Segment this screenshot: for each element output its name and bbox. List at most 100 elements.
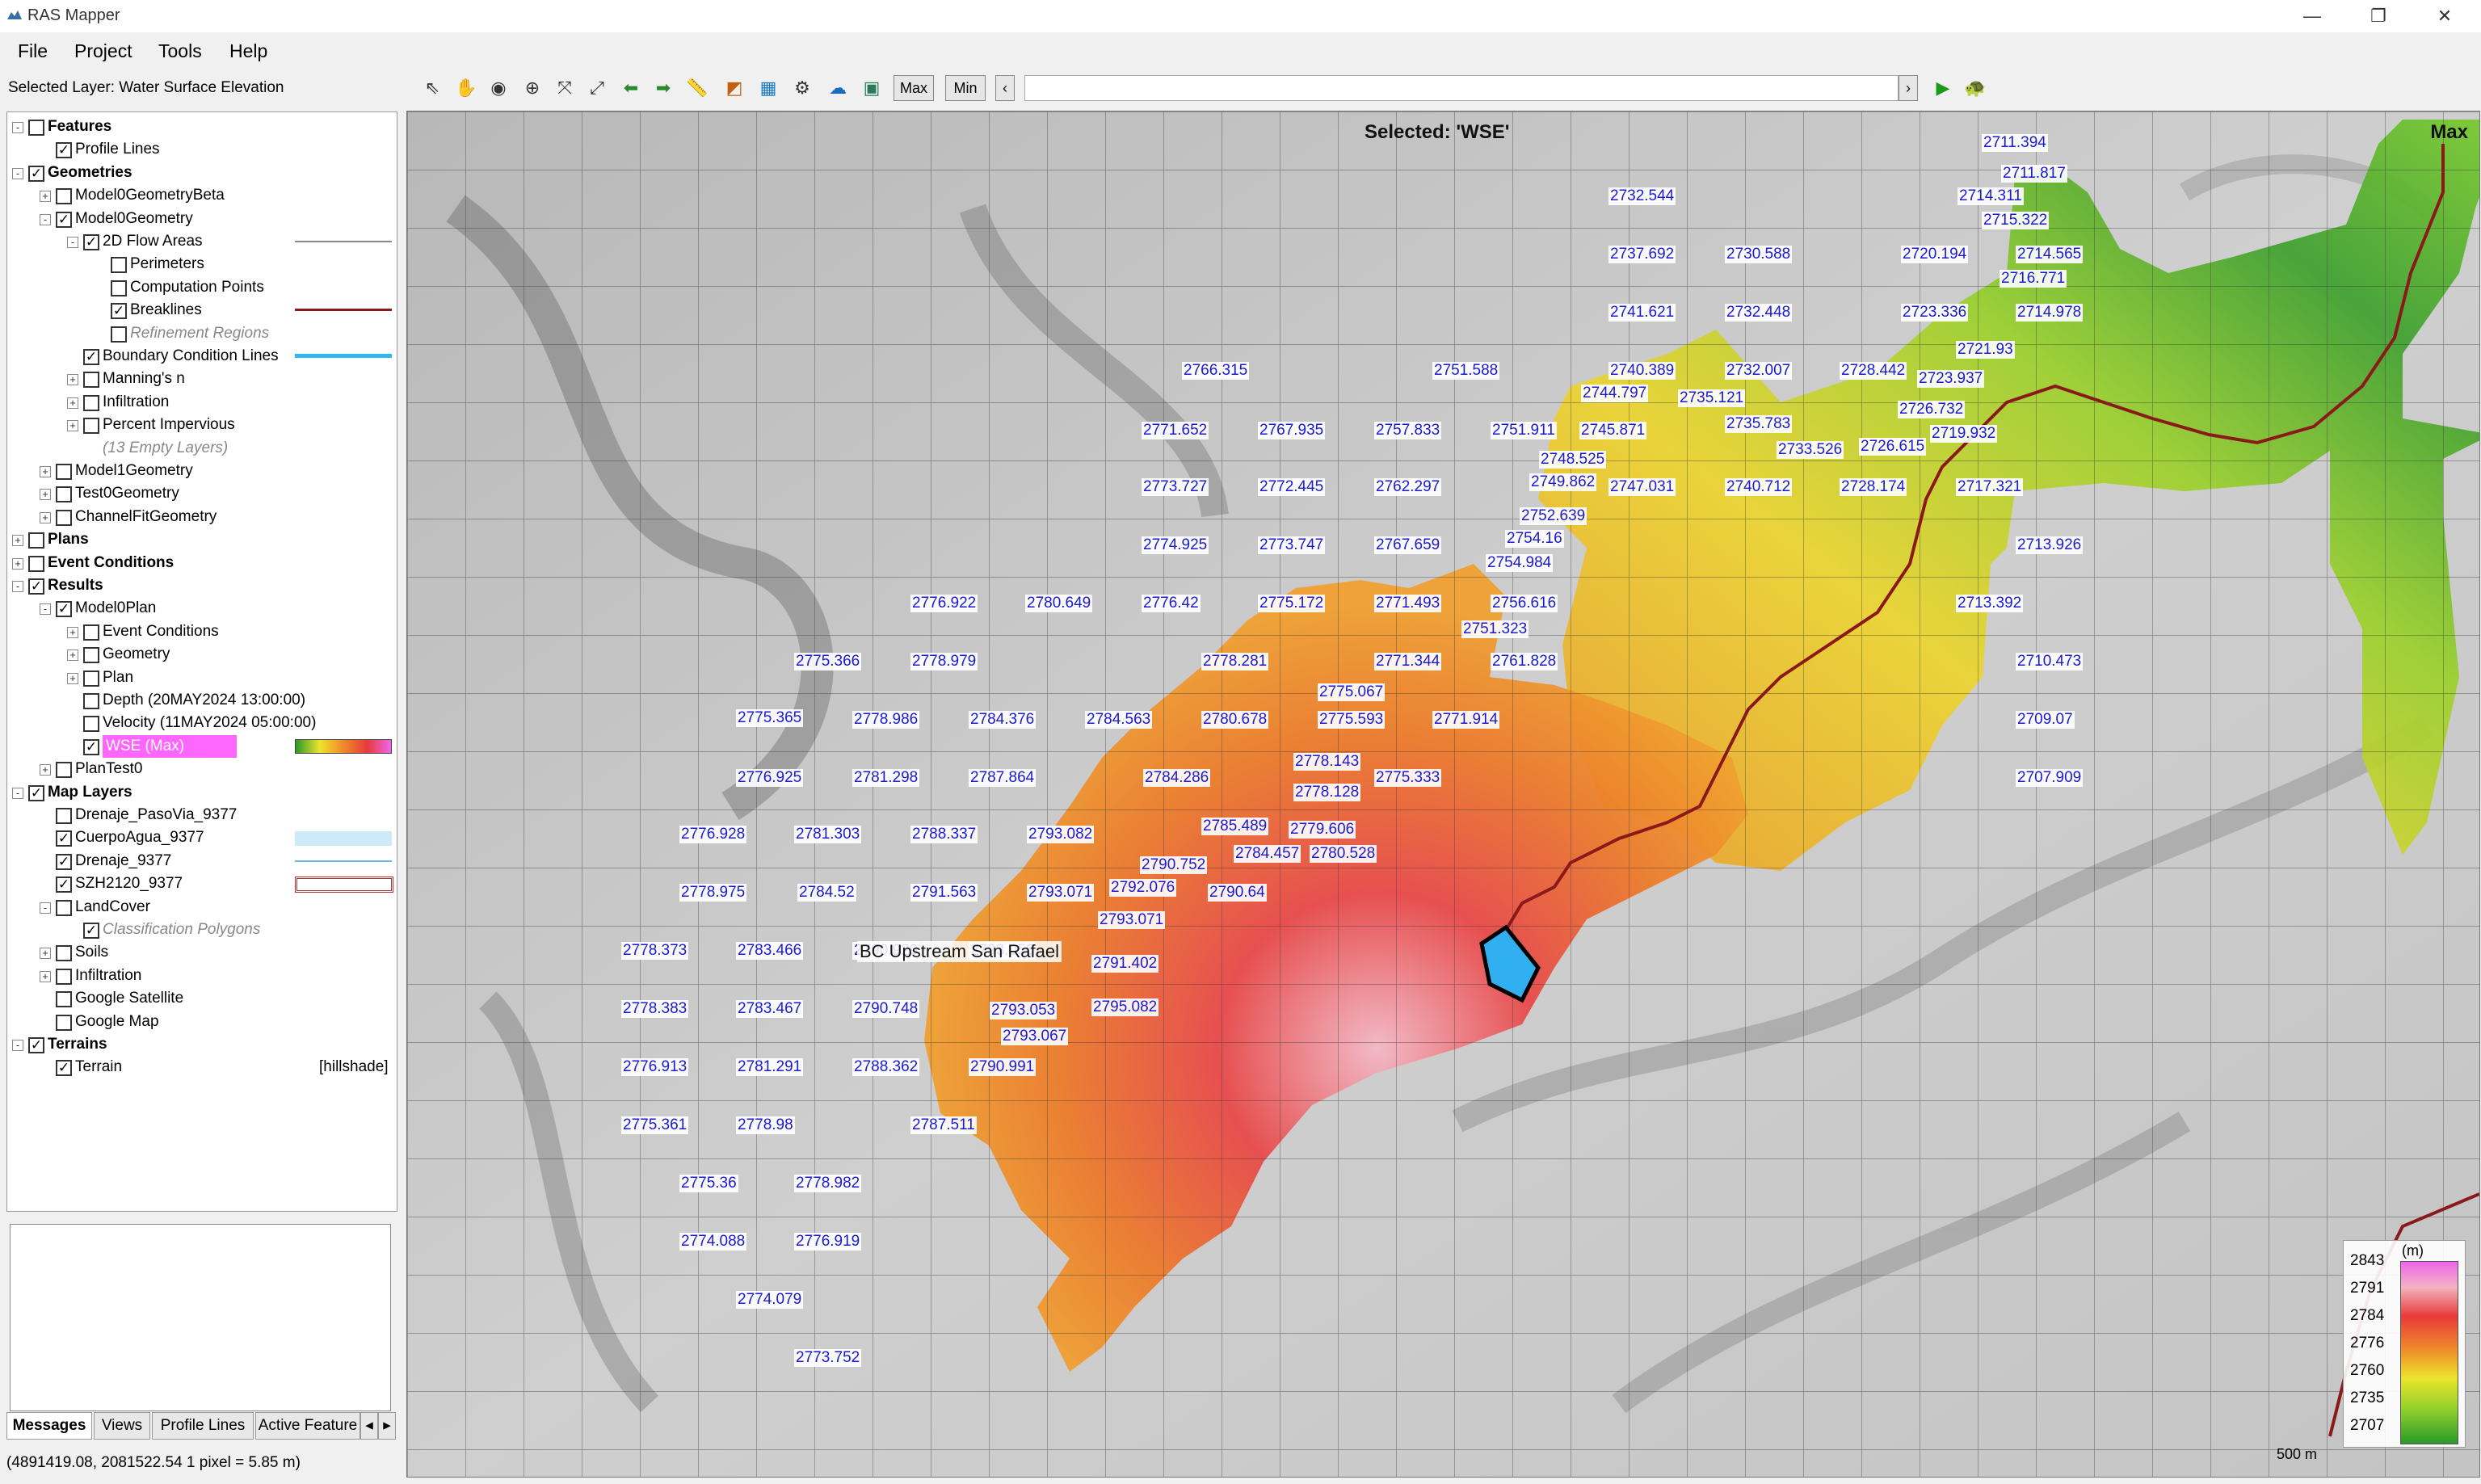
tree-row[interactable]: Velocity (11MAY2024 05:00:00) <box>7 712 395 734</box>
layer-checkbox[interactable]: ✓ <box>56 601 72 618</box>
layer-checkbox[interactable] <box>56 945 72 962</box>
tree-row[interactable]: + Test0Geometry <box>7 482 395 505</box>
tree-row[interactable]: + Plans <box>7 528 395 551</box>
collapse-icon[interactable]: - <box>12 581 23 592</box>
layer-checkbox[interactable] <box>56 991 72 1008</box>
map-view[interactable]: 2711.394 2711.817 2714.311 2715.322 2732.544… <box>406 111 2480 1478</box>
tree-row[interactable]: + Event Conditions <box>7 620 395 643</box>
map-canvas[interactable] <box>407 111 2479 1477</box>
layer-checkbox[interactable]: ✓ <box>56 211 72 228</box>
layer-checkbox[interactable]: ✓ <box>56 830 72 847</box>
expand-icon[interactable]: + <box>12 535 23 547</box>
export-icon[interactable]: ▣ <box>860 76 884 100</box>
layer-checkbox[interactable] <box>56 808 72 824</box>
menu-file[interactable]: File <box>18 40 48 62</box>
tree-row[interactable]: Google Satellite <box>7 987 395 1010</box>
tree-row[interactable]: ✓ Drenaje_9377 <box>7 850 395 872</box>
collapse-icon[interactable]: - <box>40 603 51 616</box>
layer-checkbox[interactable] <box>83 372 99 389</box>
tree-row[interactable]: ✓ Breaklines <box>7 299 395 322</box>
tree-row[interactable]: - Features <box>7 116 395 138</box>
tree-row[interactable]: + Manning's n <box>7 368 395 390</box>
layer-checkbox[interactable]: ✓ <box>56 853 72 870</box>
layer-checkbox[interactable]: ✓ <box>111 303 127 320</box>
expand-icon[interactable]: + <box>12 557 23 570</box>
map-layer-icon[interactable]: ▦ <box>756 76 780 100</box>
full-extent-icon[interactable]: ⤢ <box>585 76 609 100</box>
layer-checkbox[interactable] <box>28 532 44 549</box>
layer-checkbox[interactable] <box>56 968 72 985</box>
layer-checkbox[interactable]: ✓ <box>28 1037 44 1053</box>
measure-ruler-icon[interactable]: 📏 <box>685 76 709 100</box>
profile-plot-icon[interactable]: ◩ <box>722 76 746 100</box>
tree-row[interactable]: + Soils <box>7 941 395 964</box>
layer-checkbox[interactable] <box>111 257 127 274</box>
layer-checkbox[interactable] <box>111 326 127 343</box>
back-arrow-icon[interactable]: ⬅ <box>619 76 643 100</box>
expand-icon[interactable]: + <box>40 970 51 982</box>
layer-checkbox[interactable]: ✓ <box>28 784 44 801</box>
expand-icon[interactable]: + <box>40 466 51 477</box>
tree-row[interactable]: - ✓ Model0Geometry <box>7 208 395 230</box>
tree-row[interactable]: Google Map <box>7 1011 395 1033</box>
layer-checkbox[interactable]: ✓ <box>28 578 44 595</box>
tree-row[interactable]: - LandCover <box>7 896 395 919</box>
tree-row[interactable]: (13 Empty Layers) <box>7 437 395 460</box>
tree-row[interactable]: ✓ CuerpoAgua_9377 <box>7 826 395 849</box>
menu-project[interactable]: Project <box>74 40 132 62</box>
tab-messages[interactable]: Messages <box>6 1412 92 1440</box>
tree-row[interactable]: ✓ Boundary Condition Lines <box>7 345 395 368</box>
layer-checkbox[interactable] <box>56 486 72 503</box>
expand-icon[interactable]: + <box>67 420 78 432</box>
layer-checkbox[interactable] <box>56 899 72 916</box>
tree-row[interactable]: + Infiltration <box>7 965 395 987</box>
layer-checkbox[interactable] <box>56 509 72 526</box>
layer-checkbox[interactable]: ✓ <box>56 1060 72 1077</box>
maximize-button[interactable]: ❐ <box>2354 3 2403 29</box>
tree-row[interactable]: Computation Points <box>7 276 395 299</box>
tree-row[interactable]: Drenaje_PasoVia_9377 <box>7 804 395 826</box>
pan-hand-icon[interactable]: ✋ <box>454 76 478 100</box>
tab-views[interactable]: Views <box>94 1412 150 1440</box>
zoom-in-icon[interactable]: ⊕ <box>520 76 545 100</box>
tree-row[interactable]: + ChannelFitGeometry <box>7 506 395 528</box>
layer-checkbox[interactable] <box>83 394 99 411</box>
tree-row[interactable]: - ✓ 2D Flow Areas <box>7 230 395 253</box>
select-arrow-icon[interactable]: ⇖ <box>420 76 444 100</box>
tree-row[interactable]: - ✓ Results <box>7 574 395 597</box>
collapse-icon[interactable]: - <box>40 902 51 914</box>
time-slider[interactable] <box>1024 75 1899 101</box>
close-button[interactable]: ✕ <box>2420 3 2469 29</box>
expand-icon[interactable]: + <box>40 948 51 960</box>
layer-checkbox[interactable]: ✓ <box>83 234 99 250</box>
max-button[interactable]: Max <box>894 75 934 101</box>
collapse-icon[interactable]: - <box>12 167 23 179</box>
tree-row[interactable]: + Plan <box>7 666 395 689</box>
tree-row[interactable]: Perimeters <box>7 253 395 275</box>
tree-row[interactable]: Depth (20MAY2024 13:00:00) <box>7 689 395 712</box>
globe-icon[interactable]: ◉ <box>486 76 511 100</box>
collapse-icon[interactable]: - <box>67 237 78 248</box>
layer-checkbox[interactable] <box>83 624 99 641</box>
layer-checkbox[interactable] <box>83 693 99 709</box>
layer-checkbox[interactable] <box>28 120 44 136</box>
tree-row[interactable]: ✓ Profile Lines <box>7 138 395 161</box>
expand-icon[interactable]: + <box>67 626 78 638</box>
layer-checkbox[interactable]: ✓ <box>83 349 99 365</box>
expand-icon[interactable]: + <box>67 397 78 409</box>
menu-help[interactable]: Help <box>229 40 267 62</box>
expand-icon[interactable]: + <box>67 650 78 662</box>
tree-row[interactable]: + Event Conditions <box>7 552 395 574</box>
tree-row[interactable]: ✓ Terrain [hillshade] <box>7 1056 395 1078</box>
layer-checkbox[interactable] <box>56 762 72 779</box>
zoom-extent-icon[interactable]: ⤧ <box>553 76 577 100</box>
animation-speed-icon[interactable]: 🐢 <box>1963 76 1987 100</box>
layer-checkbox[interactable] <box>56 1014 72 1031</box>
layer-checkbox[interactable]: ✓ <box>28 165 44 182</box>
collapse-icon[interactable]: - <box>12 1040 23 1051</box>
tree-row[interactable]: - ✓ Map Layers <box>7 781 395 804</box>
tab-active-feature[interactable]: Active Feature <box>255 1412 360 1440</box>
tab-scroll-left-icon[interactable]: ◂ <box>360 1412 378 1440</box>
tree-row[interactable]: - ✓ Model0Plan <box>7 597 395 620</box>
tree-row[interactable]: + Geometry <box>7 643 395 666</box>
